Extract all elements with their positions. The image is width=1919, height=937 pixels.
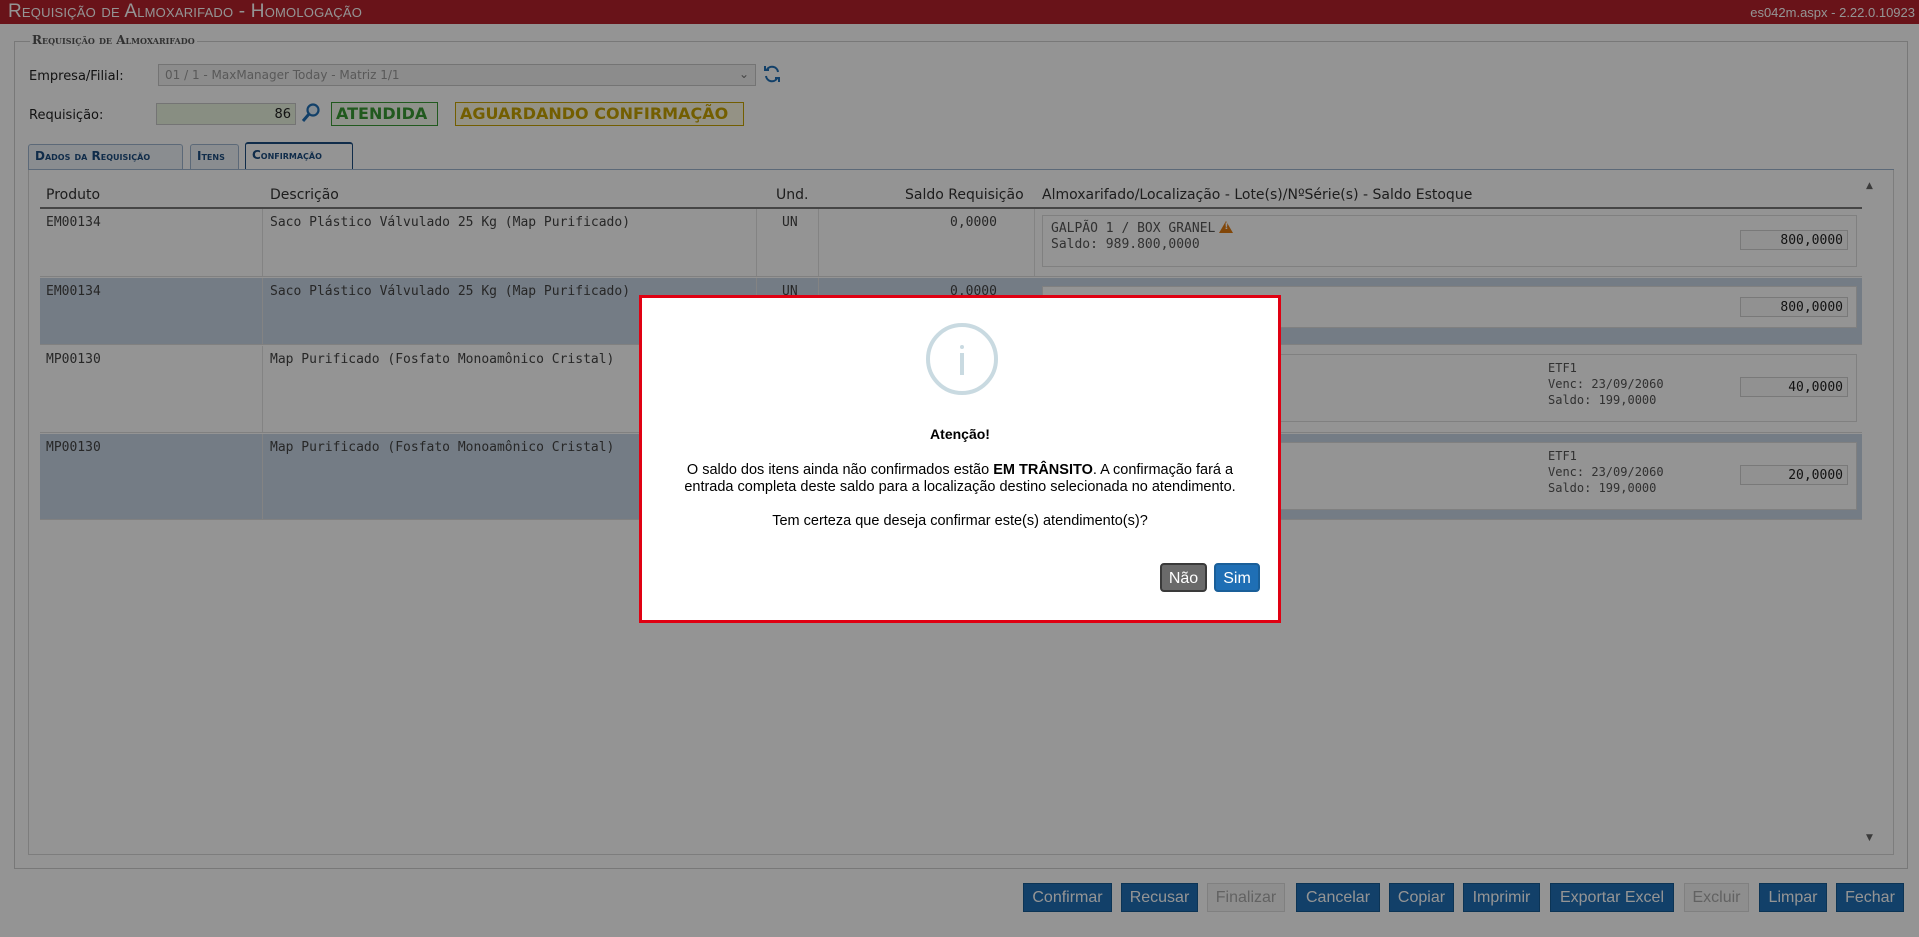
- nao-button[interactable]: Não: [1160, 563, 1207, 592]
- confirm-dialog: Atenção! O saldo dos itens ainda não con…: [639, 295, 1281, 623]
- sim-button[interactable]: Sim: [1214, 563, 1260, 592]
- dialog-message: O saldo dos itens ainda não confirmados …: [684, 462, 1236, 495]
- dialog-title: Atenção!: [930, 426, 990, 442]
- dialog-question: Tem certeza que deseja confirmar este(s)…: [772, 513, 1148, 529]
- info-icon: [926, 323, 998, 395]
